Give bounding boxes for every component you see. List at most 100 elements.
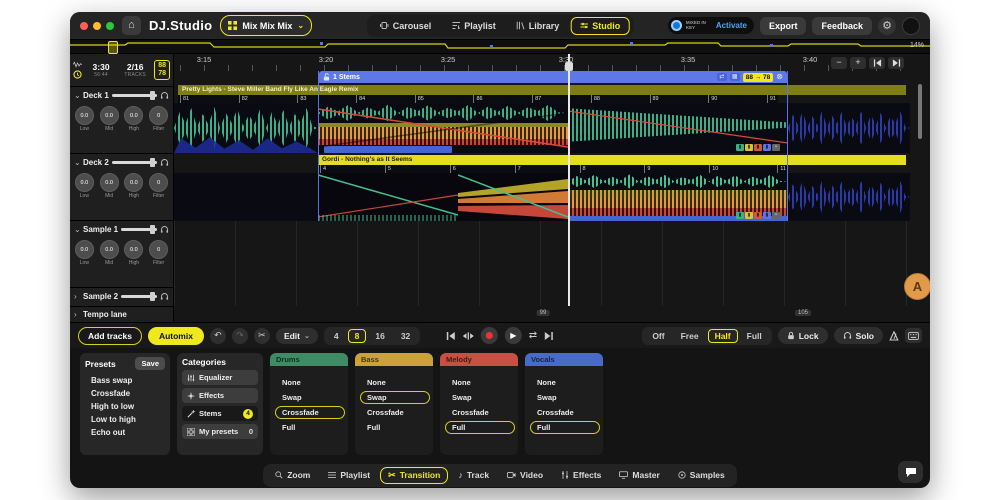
- stems-region-header[interactable]: 1 Stems ⇄ ▦ 88 → 78 ⊗: [319, 71, 787, 83]
- tab-library[interactable]: Library: [507, 17, 569, 35]
- vocals-stem-icon[interactable]: ▮: [763, 212, 771, 219]
- split-scissors-button[interactable]: ✂: [254, 328, 270, 344]
- tab-zoom[interactable]: Zoom: [267, 467, 318, 484]
- automix-button[interactable]: Automix: [148, 327, 204, 345]
- stem-option[interactable]: Crossfade: [530, 402, 598, 415]
- tab-samples[interactable]: Samples: [670, 467, 733, 484]
- deck-volume-slider[interactable]: [112, 161, 157, 164]
- keyboard-shortcuts-button[interactable]: [905, 328, 922, 343]
- export-button[interactable]: Export: [760, 17, 807, 35]
- skip-forward-button[interactable]: [888, 57, 904, 69]
- skip-to-start-button[interactable]: [446, 331, 456, 341]
- maximize-window-button[interactable]: [106, 22, 114, 30]
- collapse-chevron-icon[interactable]: ⌄: [74, 91, 80, 100]
- stem-option[interactable]: Swap: [530, 387, 598, 400]
- jump-to-playhead-button[interactable]: [463, 331, 474, 341]
- deck-volume-slider[interactable]: [121, 228, 157, 231]
- zoom-in-button[interactable]: +: [850, 57, 866, 69]
- project-selector[interactable]: Mix Mix Mix ⌄: [220, 15, 312, 36]
- tab-playlist[interactable]: Playlist: [442, 17, 505, 35]
- stem-lock-icon[interactable]: •: [772, 144, 780, 151]
- eq-knob[interactable]: 0.0Mid: [100, 240, 119, 266]
- activate-link[interactable]: Activate: [716, 21, 747, 30]
- category-stems[interactable]: Stems 4: [182, 406, 258, 421]
- tempo-match-option[interactable]: Half: [708, 329, 738, 343]
- eq-knob[interactable]: 0.0High: [124, 106, 143, 132]
- skip-to-end-button[interactable]: [544, 331, 554, 341]
- feedback-button[interactable]: Feedback: [812, 17, 872, 35]
- collapse-chevron-icon[interactable]: ⌄: [74, 225, 80, 234]
- vertical-scrollbar[interactable]: [918, 84, 922, 139]
- tempo-match-option[interactable]: Full: [740, 329, 769, 343]
- playhead[interactable]: [568, 54, 570, 306]
- stem-option[interactable]: Swap: [360, 387, 428, 400]
- eq-knob[interactable]: 0.0Low: [75, 240, 94, 266]
- category-effects[interactable]: Effects: [182, 388, 258, 403]
- tab-effects[interactable]: Effects: [553, 467, 609, 484]
- play-button[interactable]: ▶: [505, 327, 522, 344]
- expand-chevron-icon[interactable]: ›: [74, 310, 80, 319]
- eq-knob[interactable]: 0.0Low: [75, 173, 94, 199]
- close-window-button[interactable]: [80, 22, 88, 30]
- chat-support-button[interactable]: [898, 461, 923, 483]
- mix-overview-minimap[interactable]: 14%: [70, 40, 930, 54]
- stem-option[interactable]: Swap: [445, 387, 513, 400]
- solo-button[interactable]: Solo: [834, 327, 883, 344]
- preset-item[interactable]: Crossfade: [85, 387, 165, 400]
- save-preset-button[interactable]: Save: [135, 357, 165, 370]
- drums-stem-icon[interactable]: ▮: [736, 144, 744, 151]
- stem-option[interactable]: None: [445, 372, 513, 385]
- minimap-viewport-handle[interactable]: [108, 41, 118, 54]
- stem-option[interactable]: Crossfade: [275, 402, 343, 415]
- headphones-icon[interactable]: [160, 158, 169, 167]
- deck-volume-slider[interactable]: [112, 94, 157, 97]
- stem-option[interactable]: Swap: [275, 387, 343, 400]
- stem-option[interactable]: None: [530, 372, 598, 385]
- record-button[interactable]: [481, 327, 498, 344]
- expand-chevron-icon[interactable]: ›: [74, 292, 80, 301]
- stem-lock-icon[interactable]: •: [772, 212, 780, 219]
- category-equalizer[interactable]: Equalizer: [182, 370, 258, 385]
- tab-master[interactable]: Master: [611, 467, 667, 484]
- bar-length-option[interactable]: 16: [368, 329, 391, 343]
- preset-item[interactable]: Low to high: [85, 413, 165, 426]
- eq-knob[interactable]: 0.0Mid: [100, 106, 119, 132]
- assistant-avatar[interactable]: A: [904, 273, 930, 300]
- bpm-transition-box[interactable]: 88 78: [154, 60, 170, 81]
- close-stems-icon[interactable]: ⊗: [776, 73, 783, 81]
- skip-back-button[interactable]: [869, 57, 885, 69]
- preset-item[interactable]: High to low: [85, 400, 165, 413]
- bass-stem-icon[interactable]: ▮: [745, 212, 753, 219]
- melody-stem-icon[interactable]: ▮: [754, 212, 762, 219]
- edit-dropdown[interactable]: Edit ⌄: [276, 328, 318, 344]
- eq-knob[interactable]: 0Filter: [149, 106, 168, 132]
- eq-knob[interactable]: 0Filter: [149, 173, 168, 199]
- bass-stem-icon[interactable]: ▮: [745, 144, 753, 151]
- stem-option[interactable]: None: [275, 372, 343, 385]
- drums-stem-icon[interactable]: ▮: [736, 212, 744, 219]
- stem-option[interactable]: Crossfade: [445, 402, 513, 415]
- collapse-chevron-icon[interactable]: ⌄: [74, 158, 80, 167]
- timeline[interactable]: 3:153:203:253:303:353:40 − + Pretty Ligh…: [174, 54, 910, 322]
- user-avatar[interactable]: [902, 17, 920, 35]
- undo-button[interactable]: ↶: [210, 328, 226, 344]
- time-ruler[interactable]: 3:153:203:253:303:353:40: [174, 54, 910, 71]
- bar-length-option[interactable]: 4: [327, 329, 346, 343]
- settings-gear-icon[interactable]: ⚙: [878, 17, 896, 35]
- tab-studio[interactable]: Studio: [570, 17, 629, 35]
- eq-knob[interactable]: 0Filter: [149, 240, 168, 266]
- bar-length-option[interactable]: 8: [348, 329, 367, 343]
- tab-video[interactable]: Video: [499, 467, 551, 484]
- tempo-match-option[interactable]: Free: [674, 329, 706, 343]
- eq-knob[interactable]: 0.0Mid: [100, 173, 119, 199]
- eq-knob[interactable]: 0.0High: [124, 240, 143, 266]
- headphones-icon[interactable]: [160, 292, 169, 301]
- eq-knob[interactable]: 0.0High: [124, 173, 143, 199]
- headphones-icon[interactable]: [160, 91, 169, 100]
- preset-item[interactable]: Echo out: [85, 426, 165, 439]
- tempo-match-option[interactable]: Off: [645, 329, 671, 343]
- deck-volume-slider[interactable]: [121, 295, 157, 298]
- minimize-window-button[interactable]: [93, 22, 101, 30]
- add-tracks-button[interactable]: Add tracks: [78, 327, 142, 345]
- tab-carousel[interactable]: Carousel: [371, 17, 441, 35]
